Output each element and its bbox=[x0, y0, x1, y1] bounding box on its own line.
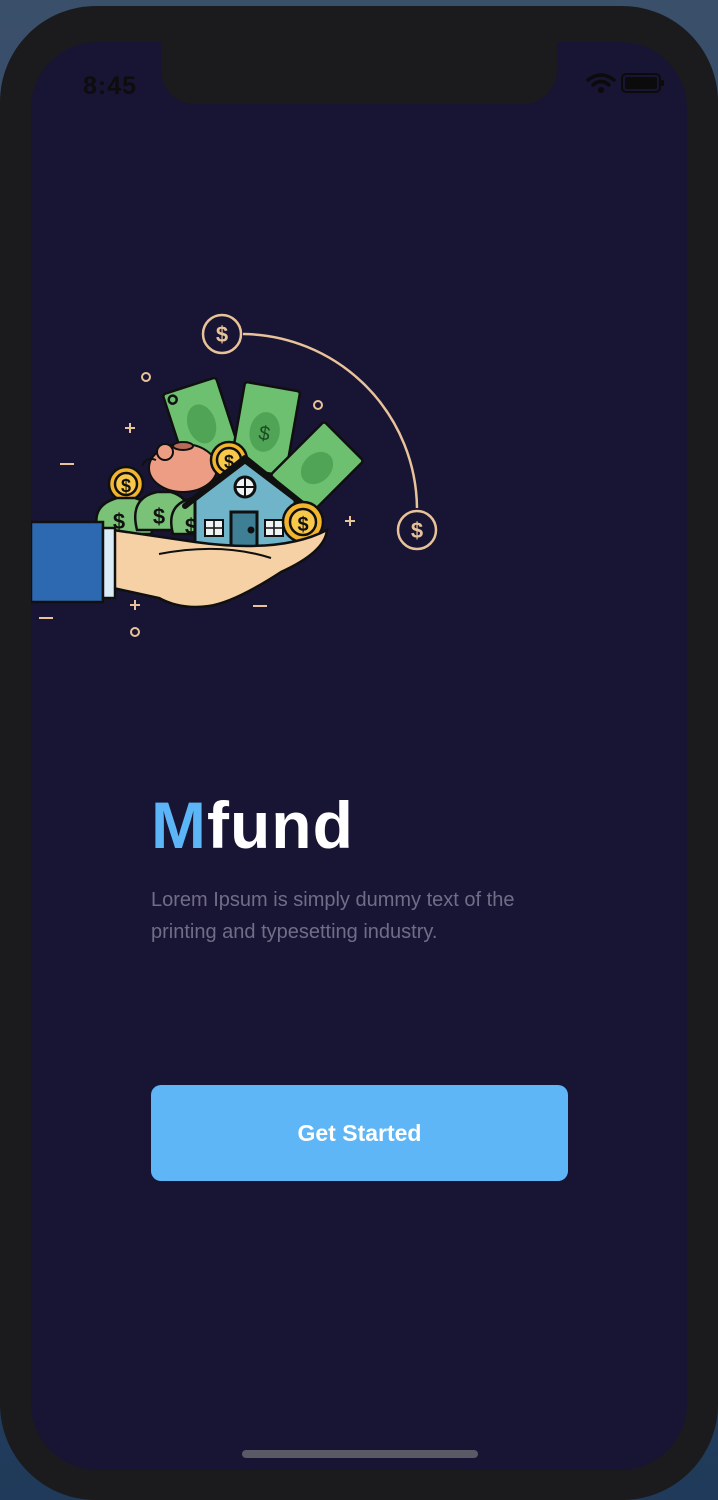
svg-text:$: $ bbox=[153, 504, 165, 529]
app-screen: 8:45 $ $ $ $ $ $ $ $ $ Mfund Lorem Ipsum… bbox=[31, 42, 687, 1470]
piggy-bank-icon bbox=[141, 441, 218, 493]
wifi-icon bbox=[586, 73, 616, 93]
brand-accent-letter: M bbox=[151, 788, 207, 862]
phone-frame: 8:45 $ $ $ $ $ $ $ $ $ Mfund Lorem Ipsum… bbox=[0, 6, 718, 1500]
finance-illustration: $ $ $ $ $ $ $ $ $ bbox=[31, 313, 438, 637]
status-time: 8:45 bbox=[83, 72, 138, 100]
home-indicator[interactable] bbox=[242, 1450, 478, 1458]
svg-text:$: $ bbox=[411, 518, 423, 543]
app-logo-text: Mfund bbox=[151, 787, 354, 863]
brand-name-rest: fund bbox=[206, 788, 354, 862]
get-started-button[interactable]: Get Started bbox=[151, 1085, 568, 1181]
svg-text:$: $ bbox=[297, 514, 308, 536]
battery-icon bbox=[621, 73, 664, 93]
tagline-text: Lorem Ipsum is simply dummy text of the … bbox=[151, 889, 515, 943]
device-notch bbox=[161, 42, 557, 104]
svg-text:$: $ bbox=[121, 476, 131, 496]
dollar-coin-icon: $ bbox=[396, 509, 438, 551]
dollar-coin-icon: $ bbox=[201, 313, 243, 355]
svg-text:$: $ bbox=[216, 322, 228, 347]
